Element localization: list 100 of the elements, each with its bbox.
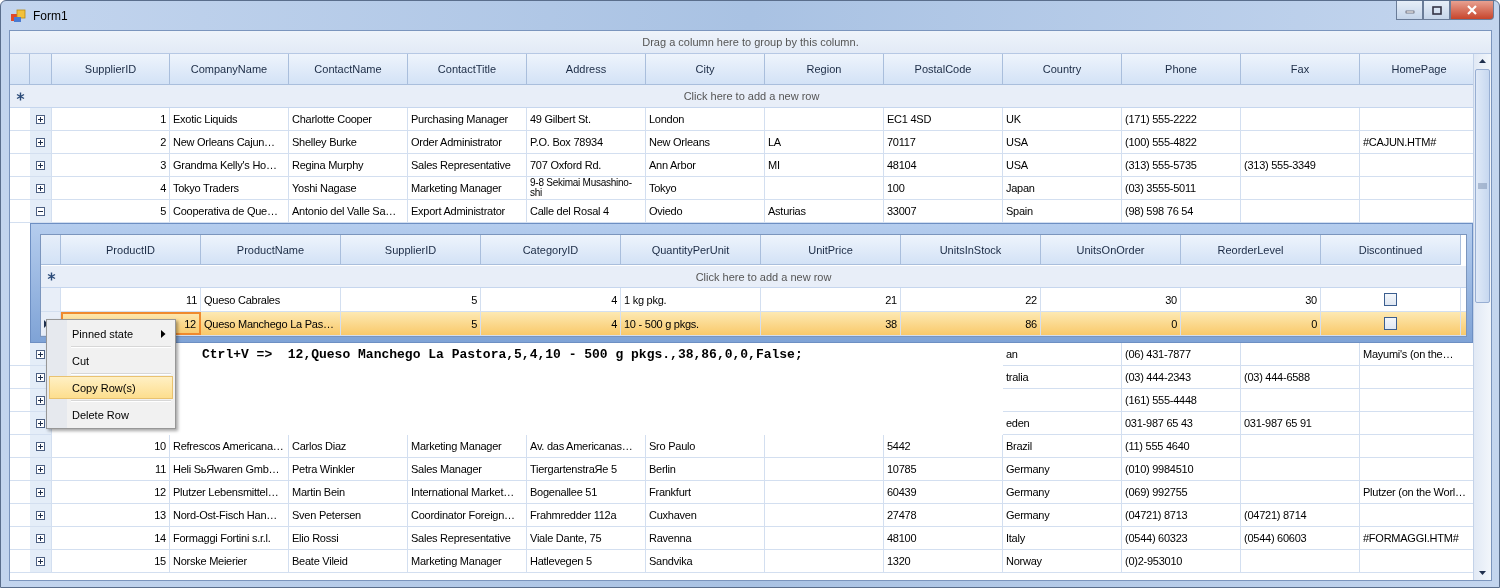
table-cell: Brazil xyxy=(1006,440,1032,452)
column-header[interactable]: Fax xyxy=(1241,54,1360,85)
table-cell: (0)2-953010 xyxy=(1125,555,1183,567)
table-cell: (04721) 8713 xyxy=(1125,509,1188,521)
column-header[interactable]: UnitsInStock xyxy=(901,235,1041,265)
table-cell: Purchasing Manager xyxy=(411,113,508,125)
menu-item[interactable]: Cut xyxy=(49,349,173,372)
column-header[interactable]: Phone xyxy=(1122,54,1241,85)
table-cell: Grandma Kelly's Ho… xyxy=(173,159,277,171)
table-cell: Viale Dante, 75 xyxy=(530,532,602,544)
table-cell: Frankfurt xyxy=(649,486,691,498)
table-cell: eden xyxy=(1006,417,1030,429)
table-cell: (03) 3555-5011 xyxy=(1125,182,1196,194)
column-header[interactable]: ProductName xyxy=(201,235,341,265)
column-header[interactable]: UnitPrice xyxy=(761,235,901,265)
column-header[interactable]: Address xyxy=(527,54,646,85)
table-cell: (313) 555-3349 xyxy=(1244,159,1316,171)
column-header[interactable]: Discontinued xyxy=(1321,235,1461,265)
table-cell: 1 xyxy=(160,113,166,125)
table-cell: Ravenna xyxy=(649,532,692,544)
column-header[interactable]: ReorderLevel xyxy=(1181,235,1321,265)
table-cell: International Market… xyxy=(411,486,514,498)
table-cell: Asturias xyxy=(768,205,806,217)
table-cell: (161) 555-4448 xyxy=(1125,394,1197,406)
column-header[interactable]: PostalCode xyxy=(884,54,1003,85)
column-header[interactable]: UnitsOnOrder xyxy=(1041,235,1181,265)
table-cell: Nord-Ost-Fisch Han… xyxy=(173,509,278,521)
table-cell: Queso Manchego La Pas… xyxy=(204,317,334,330)
table-cell: an xyxy=(1006,348,1018,360)
table-cell: (0544) 60603 xyxy=(1244,532,1307,544)
table-cell: Shelley Burke xyxy=(292,136,357,148)
new-row-hint[interactable]: Click here to add a new row xyxy=(61,270,1466,283)
table-cell: Order Administrator xyxy=(411,136,502,148)
column-header[interactable]: QuantityPerUnit xyxy=(621,235,761,265)
table-cell: Oviedo xyxy=(649,205,683,217)
table-cell: Cooperativa de Que… xyxy=(173,205,278,217)
table-cell: Marketing Manager xyxy=(411,440,502,452)
column-header[interactable]: Region xyxy=(765,54,884,85)
table-cell: Export Administrator xyxy=(411,205,506,217)
table-cell: tralia xyxy=(1006,371,1029,383)
column-header[interactable]: CompanyName xyxy=(170,54,289,85)
table-cell: Antonio del Valle Sa… xyxy=(292,205,396,217)
column-header[interactable]: ProductID xyxy=(61,235,201,265)
table-cell: 11 xyxy=(186,293,197,306)
table-cell: 4 xyxy=(160,182,166,194)
table-cell: (98) 598 76 54 xyxy=(1125,205,1194,217)
table-cell: Italy xyxy=(1006,532,1025,544)
table-cell: 48100 xyxy=(887,532,917,544)
table-cell: 5 xyxy=(471,293,477,306)
table-cell: 15 xyxy=(154,555,166,567)
table-cell: #FORMAGGI.HTM# xyxy=(1363,532,1459,544)
table-cell: 60439 xyxy=(887,486,917,498)
table-cell: 13 xyxy=(154,509,166,521)
table-cell: #CAJUN.HTM# xyxy=(1363,136,1437,148)
pasted-text: Ctrl+V => 12,Queso Manchego La Pastora,5,4,10 - 500 g pkgs.,38,86,0,0,False; xyxy=(202,347,803,362)
table-cell: 70117 xyxy=(887,136,916,148)
table-cell: Queso Cabrales xyxy=(204,293,280,306)
column-header[interactable]: City xyxy=(646,54,765,85)
column-header[interactable]: ContactTitle xyxy=(408,54,527,85)
menu-item[interactable]: Copy Row(s) xyxy=(49,376,173,399)
table-cell: 2 xyxy=(160,136,166,148)
table-cell: Plutzer (on the Worl… xyxy=(1363,486,1466,498)
column-header[interactable]: ContactName xyxy=(289,54,408,85)
table-cell: USA xyxy=(1006,136,1028,148)
table-cell: Berlin xyxy=(649,463,676,475)
table-cell: 4 xyxy=(611,317,617,330)
table-cell: 11 xyxy=(155,463,166,475)
table-cell: 1 kg pkg. xyxy=(624,293,667,306)
table-cell: 1320 xyxy=(887,555,911,567)
table-cell: 0 xyxy=(1171,317,1177,330)
table-cell: Bogenallee 51 xyxy=(530,486,598,498)
table-cell: Hatlevegen 5 xyxy=(530,555,592,567)
new-row-hint[interactable]: Click here to add a new row xyxy=(30,90,1473,102)
group-hint: Drag a column here to group by this column. xyxy=(642,36,859,48)
table-cell: 10 - 500 g pkgs. xyxy=(624,317,699,330)
table-cell: Sandvika xyxy=(649,555,693,567)
table-cell: Yoshi Nagase xyxy=(292,182,357,194)
table-cell: Germany xyxy=(1006,509,1050,521)
table-cell: Cuxhaven xyxy=(649,509,697,521)
table-cell: 4 xyxy=(611,293,617,306)
table-cell: 5442 xyxy=(887,440,911,452)
table-cell: 100 xyxy=(887,182,905,194)
table-cell: Ann Arbor xyxy=(649,159,696,171)
table-cell: (010) 9984510 xyxy=(1125,463,1194,475)
table-cell: (11) 555 4640 xyxy=(1125,440,1190,452)
table-cell: UK xyxy=(1006,113,1021,125)
menu-item[interactable]: Delete Row xyxy=(49,403,173,426)
table-cell: Martin Bein xyxy=(292,486,345,498)
table-cell: Norway xyxy=(1006,555,1042,567)
column-header[interactable]: HomePage xyxy=(1360,54,1473,85)
table-cell: 49 Gilbert St. xyxy=(530,113,591,125)
column-header[interactable]: SupplierID xyxy=(52,54,170,85)
column-header[interactable]: Country xyxy=(1003,54,1122,85)
table-cell: Germany xyxy=(1006,486,1050,498)
table-cell: 27478 xyxy=(887,509,917,521)
window-title: Form1 xyxy=(33,8,68,23)
column-header[interactable]: CategoryID xyxy=(481,235,621,265)
table-cell: 10785 xyxy=(887,463,917,475)
table-cell: New Orleans Cajun… xyxy=(173,136,275,148)
column-header[interactable]: SupplierID xyxy=(341,235,481,265)
